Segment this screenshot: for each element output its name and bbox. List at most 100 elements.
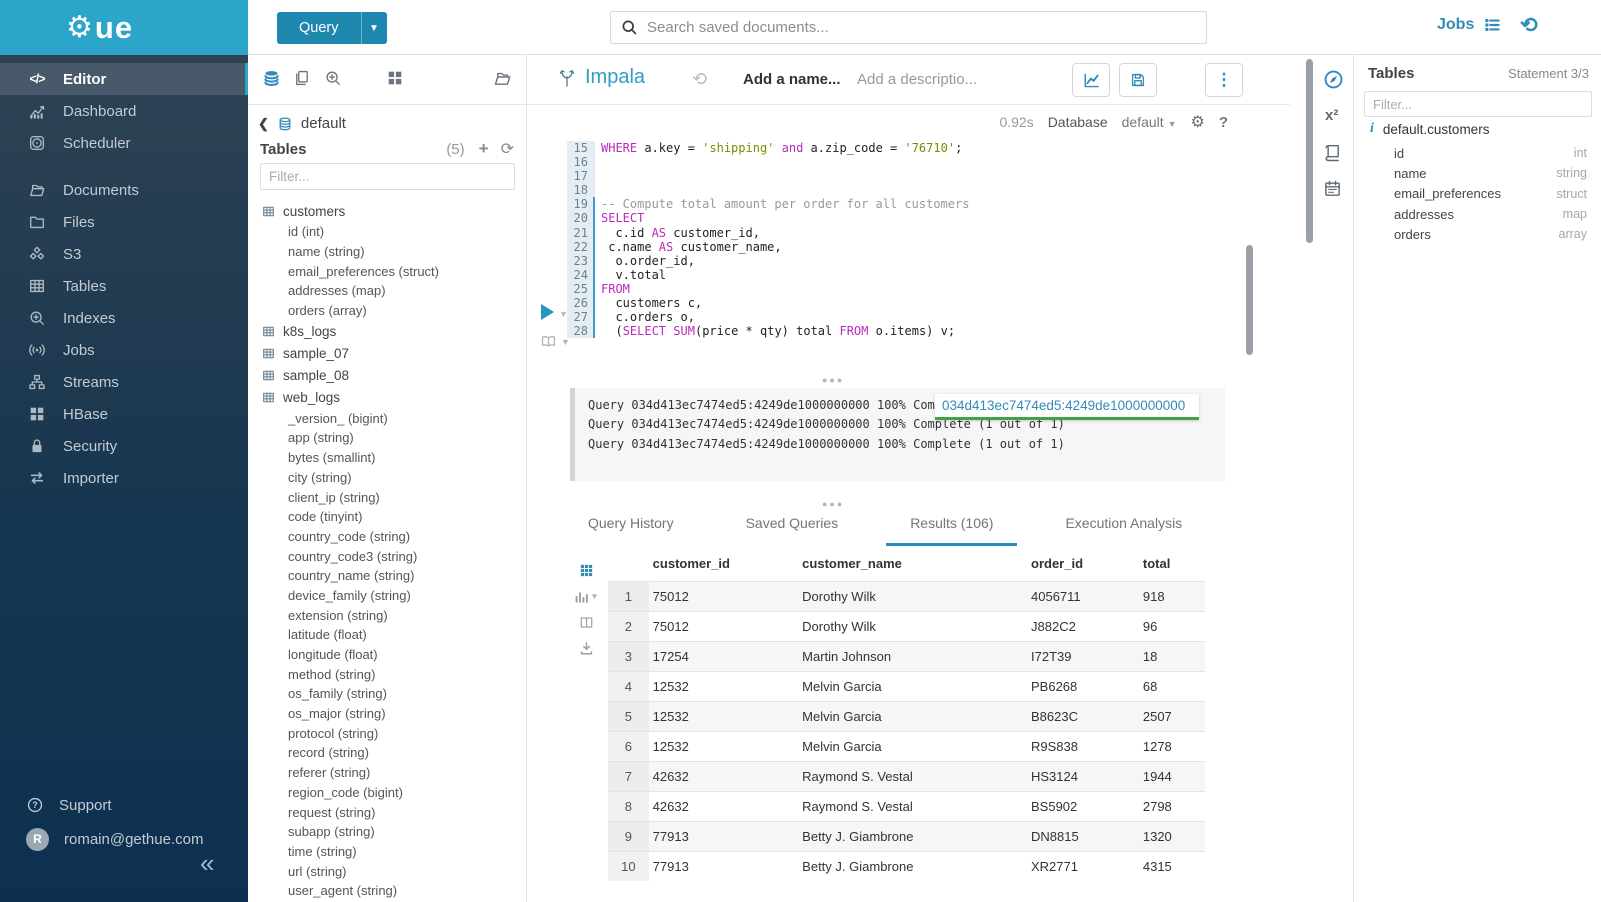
more-actions-button[interactable]: ⋮ bbox=[1205, 63, 1243, 97]
table-item-k8s_logs[interactable]: k8s_logs bbox=[248, 320, 526, 342]
database-stack-icon[interactable] bbox=[262, 69, 281, 88]
page-scrollbar[interactable] bbox=[1306, 59, 1313, 243]
assist-column-orders[interactable]: ordersarray bbox=[1354, 224, 1601, 244]
column-item[interactable]: time (string) bbox=[248, 842, 526, 862]
column-item[interactable]: referer (string) bbox=[248, 763, 526, 783]
sidebar-item-tables[interactable]: Tables bbox=[0, 270, 248, 302]
new-query-button[interactable]: Query ▼ bbox=[277, 12, 387, 44]
table-item-customers[interactable]: customers bbox=[248, 200, 526, 222]
assist-column-id[interactable]: idint bbox=[1354, 143, 1601, 163]
column-item[interactable]: _version_ (bigint) bbox=[248, 408, 526, 428]
language-docs-icon[interactable] bbox=[1323, 143, 1342, 162]
tab-saved-queries[interactable]: Saved Queries bbox=[746, 515, 839, 546]
tables-filter-input[interactable] bbox=[260, 163, 515, 190]
database-select[interactable]: default ▼ bbox=[1122, 114, 1177, 130]
column-item[interactable]: email_preferences (struct) bbox=[248, 261, 526, 281]
sidebar-item-jobs[interactable]: Jobs bbox=[0, 334, 248, 366]
column-item[interactable]: subapp (string) bbox=[248, 822, 526, 842]
grid-blocks-icon[interactable] bbox=[386, 69, 404, 87]
database-name[interactable]: default bbox=[301, 115, 346, 132]
column-item[interactable]: code (tinyint) bbox=[248, 507, 526, 527]
assist-compass-icon[interactable] bbox=[1323, 69, 1344, 90]
table-item-sample_08[interactable]: sample_08 bbox=[248, 364, 526, 386]
help-icon[interactable]: ? bbox=[1219, 114, 1228, 131]
column-item[interactable]: app (string) bbox=[248, 428, 526, 448]
column-item[interactable]: id (int) bbox=[248, 222, 526, 242]
sidebar-item-importer[interactable]: Importer bbox=[0, 462, 248, 494]
column-item[interactable]: addresses (map) bbox=[248, 281, 526, 301]
column-item[interactable]: device_family (string) bbox=[248, 586, 526, 606]
execute-play-button[interactable] bbox=[541, 304, 554, 320]
assist-filter-input[interactable] bbox=[1364, 91, 1592, 117]
column-item[interactable]: url (string) bbox=[248, 861, 526, 881]
tab-execution-analysis[interactable]: Execution Analysis bbox=[1065, 515, 1182, 546]
column-item[interactable]: orders (array) bbox=[248, 301, 526, 321]
column-item[interactable]: bytes (smallint) bbox=[248, 448, 526, 468]
column-item[interactable]: os_major (string) bbox=[248, 704, 526, 724]
column-item[interactable]: country_code3 (string) bbox=[248, 546, 526, 566]
sql-code-editor[interactable]: 15WHERE a.key = 'shipping' and a.zip_cod… bbox=[567, 141, 969, 338]
settings-gear-icon[interactable]: ⚙ bbox=[1190, 112, 1204, 132]
column-item[interactable]: method (string) bbox=[248, 664, 526, 684]
column-item[interactable]: longitude (float) bbox=[248, 645, 526, 665]
query-name-field[interactable]: Add a name... bbox=[743, 71, 841, 88]
table-item-sample_07[interactable]: sample_07 bbox=[248, 342, 526, 364]
query-id-popover[interactable]: 034d413ec7474ed5:4249de1000000000 bbox=[935, 394, 1199, 420]
snippet-docs-button[interactable]: ▼ bbox=[539, 333, 570, 350]
sidebar-item-hbase[interactable]: HBase bbox=[0, 398, 248, 430]
query-caret-icon[interactable]: ▼ bbox=[361, 12, 387, 44]
functions-icon[interactable]: x² bbox=[1325, 107, 1338, 124]
jobs-link[interactable]: Jobs bbox=[1437, 16, 1501, 34]
sidebar-item-files[interactable]: Files bbox=[0, 206, 248, 238]
back-chevron-icon[interactable]: ❮ bbox=[258, 116, 269, 132]
sidebar-item-s3[interactable]: S3 bbox=[0, 238, 248, 270]
grid-view-icon[interactable] bbox=[579, 563, 594, 578]
column-item[interactable]: latitude (float) bbox=[248, 625, 526, 645]
column-item[interactable]: city (string) bbox=[248, 468, 526, 488]
execute-options-caret-icon[interactable]: ▼ bbox=[559, 309, 568, 319]
folder-open-icon[interactable] bbox=[493, 69, 512, 88]
sidebar-item-scheduler[interactable]: Scheduler bbox=[0, 127, 248, 159]
column-item[interactable]: region_code (bigint) bbox=[248, 783, 526, 803]
sidebar-item-support[interactable]: ? Support bbox=[0, 789, 248, 821]
column-item[interactable]: name (string) bbox=[248, 242, 526, 262]
columns-view-icon[interactable] bbox=[579, 615, 594, 630]
resize-handle-top[interactable]: ●●● bbox=[822, 375, 844, 385]
assist-column-email_preferences[interactable]: email_preferencesstruct bbox=[1354, 184, 1601, 204]
refresh-icon[interactable]: ⟳ bbox=[501, 139, 514, 159]
add-table-icon[interactable]: + bbox=[479, 139, 489, 159]
sidebar-item-dashboard[interactable]: Dashboard bbox=[0, 95, 248, 127]
search-input[interactable] bbox=[647, 19, 1196, 36]
tab-results-106[interactable]: Results (106) bbox=[886, 515, 1017, 546]
assist-column-addresses[interactable]: addressesmap bbox=[1354, 204, 1601, 224]
column-item[interactable]: country_code (string) bbox=[248, 527, 526, 547]
sidebar-item-documents[interactable]: Documents bbox=[0, 174, 248, 206]
resize-handle-bottom[interactable]: ●●● bbox=[822, 499, 844, 509]
sidebar-item-indexes[interactable]: Indexes bbox=[0, 302, 248, 334]
column-item[interactable]: record (string) bbox=[248, 743, 526, 763]
download-icon[interactable] bbox=[579, 641, 594, 656]
documents-copy-icon[interactable] bbox=[293, 69, 311, 87]
column-item[interactable]: user_agent (string) bbox=[248, 881, 526, 901]
sidebar-item-streams[interactable]: Streams bbox=[0, 366, 248, 398]
query-history-icon[interactable]: ⟲ bbox=[692, 69, 707, 90]
assist-table-row[interactable]: i default.customers bbox=[1370, 121, 1489, 137]
history-icon[interactable]: ⟲ bbox=[1520, 13, 1538, 38]
search-zoom-icon[interactable] bbox=[324, 69, 342, 87]
logs-resize-strip[interactable] bbox=[570, 388, 575, 481]
query-description-field[interactable]: Add a descriptio... bbox=[857, 71, 977, 88]
column-item[interactable]: extension (string) bbox=[248, 605, 526, 625]
table-item-web_logs[interactable]: web_logs bbox=[248, 386, 526, 408]
hue-logo[interactable]: ⚙ue bbox=[0, 0, 248, 55]
save-button[interactable] bbox=[1119, 63, 1157, 97]
sidebar-item-security[interactable]: Security bbox=[0, 430, 248, 462]
chart-view-icon[interactable]: ▼ bbox=[574, 589, 599, 604]
assist-column-name[interactable]: namestring bbox=[1354, 163, 1601, 183]
column-item[interactable]: country_name (string) bbox=[248, 566, 526, 586]
sidebar-item-editor[interactable]: </>Editor bbox=[0, 63, 248, 95]
column-item[interactable]: protocol (string) bbox=[248, 723, 526, 743]
column-item[interactable]: os_family (string) bbox=[248, 684, 526, 704]
sidebar-collapse-button[interactable]: « bbox=[200, 848, 214, 879]
editor-scrollbar[interactable] bbox=[1246, 245, 1253, 355]
chart-button[interactable] bbox=[1072, 63, 1110, 97]
